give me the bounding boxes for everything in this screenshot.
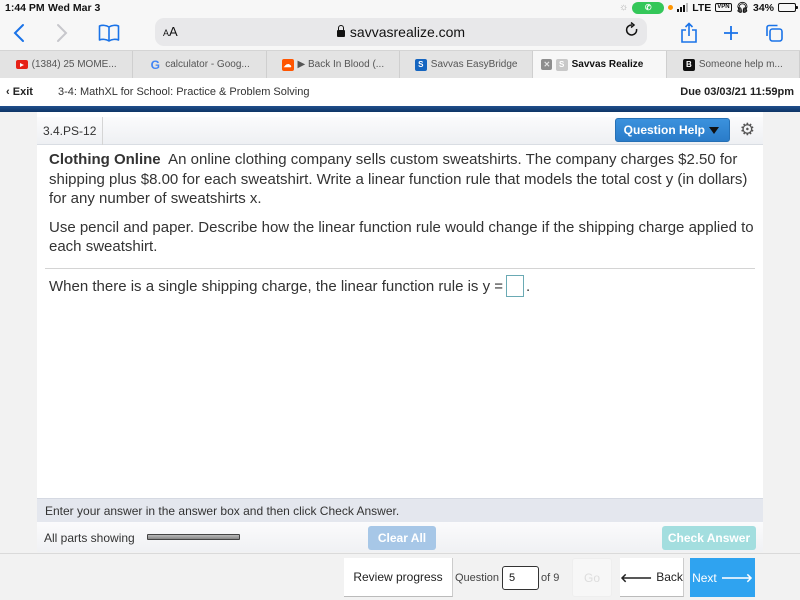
vpn-badge: VPN: [715, 3, 732, 12]
question-panel: 3.4.PS-12 Question Help ⚙ Clothing Onlin…: [37, 112, 763, 498]
question-heading: Clothing Online: [49, 151, 161, 168]
question-prompt: Clothing Online An online clothing compa…: [49, 150, 757, 209]
assignment-header: ‹ Exit 3-4: MathXL for School: Practice …: [0, 78, 800, 106]
browser-tab-strip: (1384) 25 MOME... G calculator - Goog...…: [0, 50, 800, 78]
parts-progress-bar: [147, 534, 240, 540]
question-help-label: Question Help: [623, 123, 705, 137]
clear-all-button[interactable]: Clear All: [368, 526, 436, 550]
close-tab-icon[interactable]: ✕: [541, 59, 553, 70]
reload-icon[interactable]: [625, 21, 639, 43]
answer-input[interactable]: [506, 275, 525, 297]
status-indicators: ☼ ✆ LTE VPN 🎧︎ 34%: [619, 1, 798, 14]
google-icon: G: [150, 57, 160, 72]
review-progress-button[interactable]: Review progress: [344, 558, 453, 597]
gear-icon[interactable]: ⚙: [740, 121, 755, 139]
url-text[interactable]: savvasrealize.com: [155, 24, 647, 40]
parts-label: All parts showing: [44, 531, 135, 545]
browser-tab[interactable]: S Savvas EasyBridge: [400, 51, 534, 78]
question-number-input[interactable]: [502, 565, 540, 590]
question-total: of 9: [541, 571, 560, 584]
answer-instruction: Enter your answer in the answer box and …: [37, 498, 763, 522]
tab-label: Savvas Realize: [571, 59, 644, 70]
headphones-icon: 🎧︎: [735, 2, 749, 14]
check-answer-button[interactable]: Check Answer: [662, 526, 756, 550]
url-label: savvasrealize.com: [349, 24, 466, 40]
question-id: 3.4.PS-12: [37, 117, 104, 145]
answer-suffix: .: [526, 277, 531, 295]
tab-label: calculator - Goog...: [165, 59, 250, 70]
question-header: 3.4.PS-12 Question Help ⚙: [37, 117, 763, 145]
next-button[interactable]: Next 🡒: [690, 558, 755, 597]
go-button[interactable]: Go: [572, 558, 612, 597]
arrow-right-icon: 🡒: [720, 571, 753, 585]
tabs-overview-icon[interactable]: [764, 20, 784, 46]
savvas-gray-icon: S: [555, 58, 568, 71]
tab-label: Savvas EasyBridge: [430, 59, 518, 70]
answer-prefix: When there is a single shipping charge, …: [49, 277, 504, 295]
tab-label: Someone help m...: [698, 59, 783, 70]
divider: [45, 268, 755, 269]
chevron-left-icon: ‹: [6, 86, 10, 98]
parts-bar: All parts showing Clear All Check Answer: [37, 522, 763, 552]
bookmarks-book-icon[interactable]: [98, 20, 120, 46]
browser-tab[interactable]: G calculator - Goog...: [133, 51, 267, 78]
address-bar[interactable]: AA savvasrealize.com: [155, 18, 647, 46]
question-help-button[interactable]: Question Help: [614, 118, 730, 142]
battery-percent: 34%: [752, 1, 774, 14]
share-icon[interactable]: [680, 20, 698, 46]
chevron-left-icon[interactable]: [12, 20, 26, 46]
signal-icon: [677, 3, 689, 12]
phone-call-icon[interactable]: ✆: [632, 1, 665, 14]
status-bar: 1:44 PM Wed Mar 3 ☼ ✆ LTE VPN 🎧︎ 34%: [0, 0, 800, 16]
brightness-icon: ☼: [619, 2, 629, 13]
browser-toolbar: AA savvasrealize.com: [0, 16, 800, 50]
new-tab-plus-icon[interactable]: [722, 20, 740, 46]
due-date: Due 03/03/21 11:59pm: [680, 86, 794, 98]
caret-down-icon: [709, 126, 719, 134]
question-instructions: Use pencil and paper. Describe how the l…: [49, 218, 754, 256]
youtube-icon: [15, 60, 28, 69]
lock-icon: [336, 25, 345, 37]
savvas-icon: S: [414, 58, 427, 71]
status-date: Wed Mar 3: [48, 2, 101, 14]
brainly-icon: B: [682, 58, 695, 71]
answer-row: When there is a single shipping charge, …: [49, 275, 530, 297]
tab-label: ▶ Back In Blood (...: [297, 59, 385, 70]
back-button[interactable]: 🡐 Back: [620, 558, 684, 597]
tab-label: (1384) 25 MOME...: [31, 59, 117, 70]
next-label: Next: [692, 570, 717, 585]
network-label: LTE: [692, 1, 712, 14]
exit-button[interactable]: ‹ Exit: [6, 86, 33, 98]
question-jump: Question of 9: [455, 558, 559, 597]
browser-tab[interactable]: ☁ ▶ Back In Blood (...: [267, 51, 400, 78]
back-label: Back: [656, 570, 683, 584]
question-body: Clothing Online An online clothing compa…: [49, 150, 757, 266]
exit-label: Exit: [12, 86, 33, 98]
status-time: 1:44 PM: [5, 2, 45, 14]
question-label: Question: [455, 571, 500, 584]
question-navigation: Review progress Question of 9 Go 🡐 Back …: [0, 553, 800, 600]
mic-indicator-icon: [668, 5, 674, 10]
browser-tab[interactable]: B Someone help m...: [667, 51, 800, 78]
soundcloud-icon: ☁: [281, 58, 294, 71]
chevron-right-icon[interactable]: [55, 20, 69, 46]
browser-tab[interactable]: (1384) 25 MOME...: [0, 51, 134, 78]
arrow-left-icon: 🡐: [620, 570, 653, 585]
browser-tab-active[interactable]: ✕ S Savvas Realize: [533, 51, 667, 78]
battery-icon: [778, 3, 798, 12]
assignment-title: 3-4: MathXL for School: Practice & Probl…: [58, 86, 310, 98]
